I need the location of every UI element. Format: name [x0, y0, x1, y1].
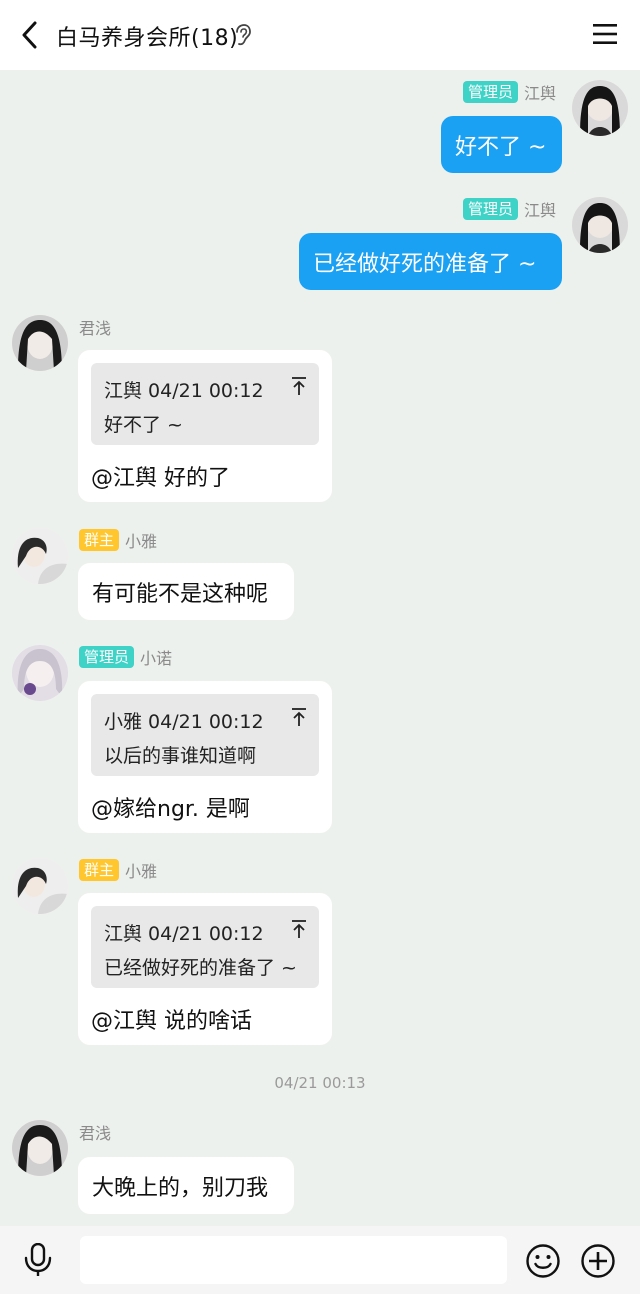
quote-text: 好不了 ~: [104, 414, 183, 436]
message-incoming: 群主 小雅 有可能不是这种呢: [0, 525, 640, 625]
quote-text: 以后的事谁知道啊: [104, 745, 257, 767]
sender-row: 管理员 小诺: [79, 645, 172, 669]
chat-header: 白马养身会所(18): [0, 0, 640, 70]
sender-row: 管理员 江舆: [462, 80, 556, 104]
chevron-left-icon: [22, 21, 37, 49]
jump-to-quote-icon[interactable]: [291, 919, 307, 939]
message-incoming: 群主 小雅 江舆 04/21 00:12 已经做好死的准备了 ~ @江舆 说的啥…: [0, 855, 640, 1055]
sender-row: 管理员 江舆: [462, 197, 556, 221]
group-title[interactable]: 白马养身会所(18): [56, 20, 238, 52]
owner-badge: 群主: [79, 529, 120, 551]
plus-circle-icon[interactable]: [580, 1243, 616, 1279]
message-bubble[interactable]: 有可能不是这种呢: [78, 563, 294, 620]
admin-badge: 管理员: [462, 81, 518, 103]
quote-text: 已经做好死的准备了 ~: [104, 957, 297, 979]
reply-text: @嫁给ngr. 是啊: [91, 797, 250, 822]
quoted-message[interactable]: 江舆 04/21 00:12 已经做好死的准备了 ~: [91, 906, 319, 988]
quote-author-time: 小雅 04/21 00:12: [104, 711, 264, 733]
message-outgoing: 管理员 江舆 已经做好死的准备了 ~: [0, 187, 640, 297]
message-input[interactable]: [80, 1236, 507, 1284]
avatar[interactable]: [12, 315, 68, 371]
message-bubble[interactable]: 大晚上的，别刀我: [78, 1157, 294, 1214]
message-incoming: 管理员 小诺 小雅 04/21 00:12 以后的事谁知道啊 @嫁给ngr. 是…: [0, 643, 640, 843]
input-bar: [0, 1226, 640, 1294]
message-incoming: 君浅 江舆 04/21 00:12 好不了 ~ @江舆 好的了: [0, 310, 640, 510]
quoted-message[interactable]: 小雅 04/21 00:12 以后的事谁知道啊: [91, 694, 319, 776]
avatar[interactable]: [12, 528, 68, 584]
time-divider: 04/21 00:13: [274, 1074, 366, 1092]
sender-name[interactable]: 江舆: [524, 197, 556, 221]
ear-icon[interactable]: [232, 23, 252, 47]
avatar[interactable]: [572, 80, 628, 136]
smiley-icon[interactable]: [525, 1243, 561, 1279]
reply-text: @江舆 说的啥话: [91, 1009, 252, 1034]
sender-row: 群主 小雅: [79, 528, 157, 552]
sender-name[interactable]: 江舆: [524, 80, 556, 104]
quote-author-time: 江舆 04/21 00:12: [104, 923, 264, 945]
chat-area[interactable]: 管理员 江舆 好不了 ~ 管理员 江舆 已经做好死的准备了 ~ 君浅 江舆 04…: [0, 70, 640, 1226]
reply-text: @江舆 好的了: [91, 466, 230, 491]
sender-row: 群主 小雅: [79, 858, 157, 882]
avatar[interactable]: [12, 858, 68, 914]
sender-row: 君浅: [79, 315, 111, 339]
admin-badge: 管理员: [462, 198, 518, 220]
message-incoming: 君浅 大晚上的，别刀我: [0, 1120, 640, 1220]
quote-message-bubble[interactable]: 小雅 04/21 00:12 以后的事谁知道啊 @嫁给ngr. 是啊: [78, 681, 332, 833]
owner-badge: 群主: [79, 859, 120, 881]
quote-message-bubble[interactable]: 江舆 04/21 00:12 好不了 ~ @江舆 好的了: [78, 350, 332, 502]
message-outgoing: 管理员 江舆 好不了 ~: [0, 70, 640, 180]
back-button[interactable]: [14, 19, 44, 51]
message-bubble[interactable]: 好不了 ~: [441, 116, 562, 173]
quote-author-time: 江舆 04/21 00:12: [104, 380, 264, 402]
sender-name[interactable]: 小诺: [140, 645, 172, 669]
quoted-message[interactable]: 江舆 04/21 00:12 好不了 ~: [91, 363, 319, 445]
sender-name[interactable]: 君浅: [79, 315, 111, 339]
avatar[interactable]: [572, 197, 628, 253]
message-bubble[interactable]: 已经做好死的准备了 ~: [299, 233, 562, 290]
sender-name[interactable]: 小雅: [125, 858, 157, 882]
jump-to-quote-icon[interactable]: [291, 376, 307, 396]
quote-message-bubble[interactable]: 江舆 04/21 00:12 已经做好死的准备了 ~ @江舆 说的啥话: [78, 893, 332, 1045]
sender-name[interactable]: 小雅: [125, 528, 157, 552]
microphone-icon[interactable]: [22, 1243, 54, 1277]
avatar[interactable]: [12, 1120, 68, 1176]
sender-name[interactable]: 君浅: [79, 1120, 111, 1144]
jump-to-quote-icon[interactable]: [291, 707, 307, 727]
avatar[interactable]: [12, 645, 68, 701]
admin-badge: 管理员: [79, 646, 135, 668]
sender-row: 君浅: [79, 1120, 111, 1144]
hamburger-menu-icon[interactable]: [592, 22, 618, 46]
